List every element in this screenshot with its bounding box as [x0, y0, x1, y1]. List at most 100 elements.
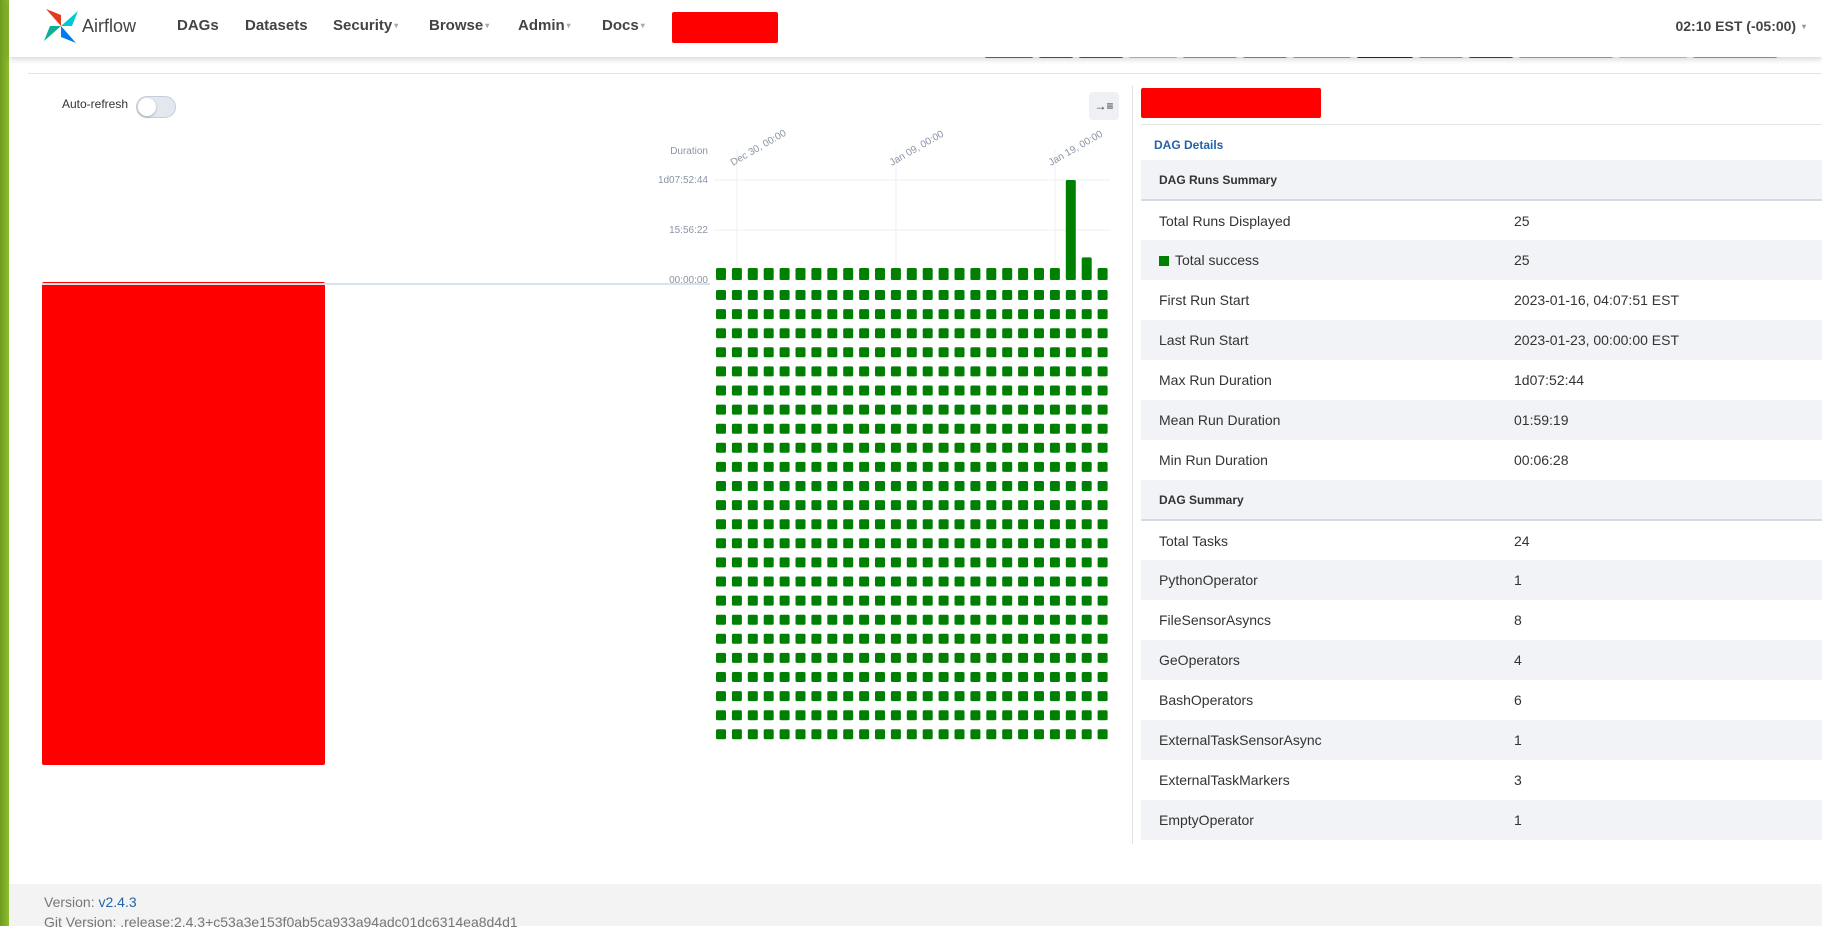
- task-instance-square: [938, 576, 949, 587]
- task-instance-square: [1081, 481, 1092, 491]
- task-instance-square: [1049, 652, 1060, 663]
- auto-refresh-toggle[interactable]: [136, 96, 176, 118]
- summary-row: ExternalTaskSensorAsync 1: [1141, 720, 1822, 760]
- nav-admin[interactable]: Admin ▾: [518, 17, 571, 34]
- run-duration-bar: [1081, 257, 1092, 280]
- task-instance-square: [731, 328, 742, 339]
- collapse-details-button[interactable]: →≡: [1089, 92, 1119, 120]
- task-instance-square: [1097, 729, 1108, 740]
- task-instance-square: [779, 576, 790, 587]
- nav-security[interactable]: Security ▾: [333, 17, 398, 34]
- task-instance-square: [970, 538, 981, 549]
- summary-key-text: Max Run Duration: [1159, 372, 1272, 388]
- task-instance-square: [1034, 557, 1044, 568]
- task-instance-square: [906, 385, 917, 396]
- task-instance-square: [1034, 519, 1044, 530]
- task-instance-square: [827, 576, 838, 587]
- task-instance-square: [906, 633, 917, 644]
- task-instance-square: [890, 691, 901, 702]
- task-instance-square: [1081, 576, 1092, 587]
- task-instance-square: [859, 710, 870, 721]
- task-instance-square: [922, 595, 933, 606]
- task-instance-square: [890, 519, 901, 530]
- footer: Version: v2.4.3 Git Version: .release:2.…: [9, 884, 1822, 930]
- task-instance-square: [938, 309, 949, 320]
- task-instance-square: [986, 672, 997, 682]
- task-instance-square: [890, 538, 901, 549]
- task-instance-square: [1002, 481, 1013, 491]
- task-instance-square: [795, 595, 806, 606]
- summary-key-text: GeOperators: [1159, 652, 1240, 668]
- task-instance-square: [954, 595, 965, 606]
- task-instance-square: [906, 500, 917, 511]
- summary-row: BashOperators 6: [1141, 680, 1822, 720]
- task-instance-square: [747, 385, 758, 396]
- details-title-divider: [1141, 124, 1822, 125]
- task-instance-square: [1018, 672, 1029, 682]
- task-instance-square: [795, 710, 806, 721]
- summary-row: Last Run Start 2023-01-23, 00:00:00 EST: [1141, 320, 1822, 360]
- task-instance-square: [1018, 404, 1029, 415]
- version-link[interactable]: v2.4.3: [98, 894, 136, 910]
- task-instance-square: [859, 519, 870, 530]
- task-instance-square: [731, 385, 742, 396]
- task-instance-square: [1049, 538, 1060, 549]
- summary-value: 6: [1514, 692, 1522, 708]
- nav-dags[interactable]: DAGs: [177, 17, 219, 34]
- run-duration-bar: [970, 268, 981, 280]
- task-instance-square: [1097, 290, 1108, 300]
- task-instance-square: [890, 500, 901, 511]
- task-instance-square: [795, 500, 806, 511]
- task-instance-square: [890, 347, 901, 358]
- task-instance-square: [859, 423, 870, 434]
- run-duration-bar: [906, 268, 917, 280]
- task-instance-square: [779, 366, 790, 377]
- summary-key-text: Total Tasks: [1159, 532, 1228, 549]
- task-instance-square: [1097, 557, 1108, 568]
- task-instance-square: [731, 423, 742, 434]
- summary-value: 2023-01-16, 04:07:51 EST: [1514, 292, 1680, 308]
- task-instance-square: [1002, 691, 1013, 702]
- task-instance-square: [731, 557, 742, 568]
- task-instance-square: [827, 328, 838, 339]
- run-duration-bar: [747, 268, 758, 280]
- task-instance-square: [954, 614, 965, 625]
- task-instance-square: [779, 385, 790, 396]
- task-instance-square: [875, 576, 885, 587]
- task-instance-square: [843, 461, 854, 472]
- run-duration-bar: [731, 268, 742, 280]
- task-instance-square: [938, 385, 949, 396]
- nav-browse[interactable]: Browse ▾: [429, 17, 489, 34]
- tab-dag-details[interactable]: DAG Details: [1154, 138, 1223, 152]
- task-instance-square: [986, 595, 997, 606]
- task-instance-square: [1002, 576, 1013, 587]
- task-instance-square: [779, 519, 790, 530]
- task-instance-square: [843, 691, 854, 702]
- nav-docs[interactable]: Docs ▾: [602, 17, 645, 34]
- timezone-clock[interactable]: 02:10 EST (-05:00) ▾: [1675, 18, 1806, 34]
- task-instance-square: [970, 500, 981, 511]
- task-instance-square: [922, 691, 933, 702]
- nav-datasets[interactable]: Datasets: [245, 17, 308, 34]
- task-instance-square: [986, 404, 997, 415]
- task-instance-square: [1018, 366, 1029, 377]
- task-instance-square: [795, 404, 806, 415]
- task-instance-square: [811, 461, 822, 472]
- task-instance-square: [890, 385, 901, 396]
- run-duration-bar: [1049, 268, 1060, 280]
- airflow-logo[interactable]: Airflow: [42, 7, 136, 45]
- task-instance-square: [922, 442, 933, 453]
- run-duration-bar: [763, 268, 774, 280]
- task-instance-square: [970, 290, 981, 300]
- task-instance-square: [1049, 672, 1060, 682]
- task-instance-square: [747, 519, 758, 530]
- task-instance-square: [859, 347, 870, 358]
- task-instance-square: [811, 672, 822, 682]
- section-header: DAG Runs Summary: [1141, 160, 1822, 201]
- task-instance-square: [811, 557, 822, 568]
- task-instance-square: [1049, 423, 1060, 434]
- task-instance-square: [827, 481, 838, 491]
- task-instance-square: [859, 290, 870, 300]
- task-instance-square: [843, 423, 854, 434]
- task-instance-square: [922, 309, 933, 320]
